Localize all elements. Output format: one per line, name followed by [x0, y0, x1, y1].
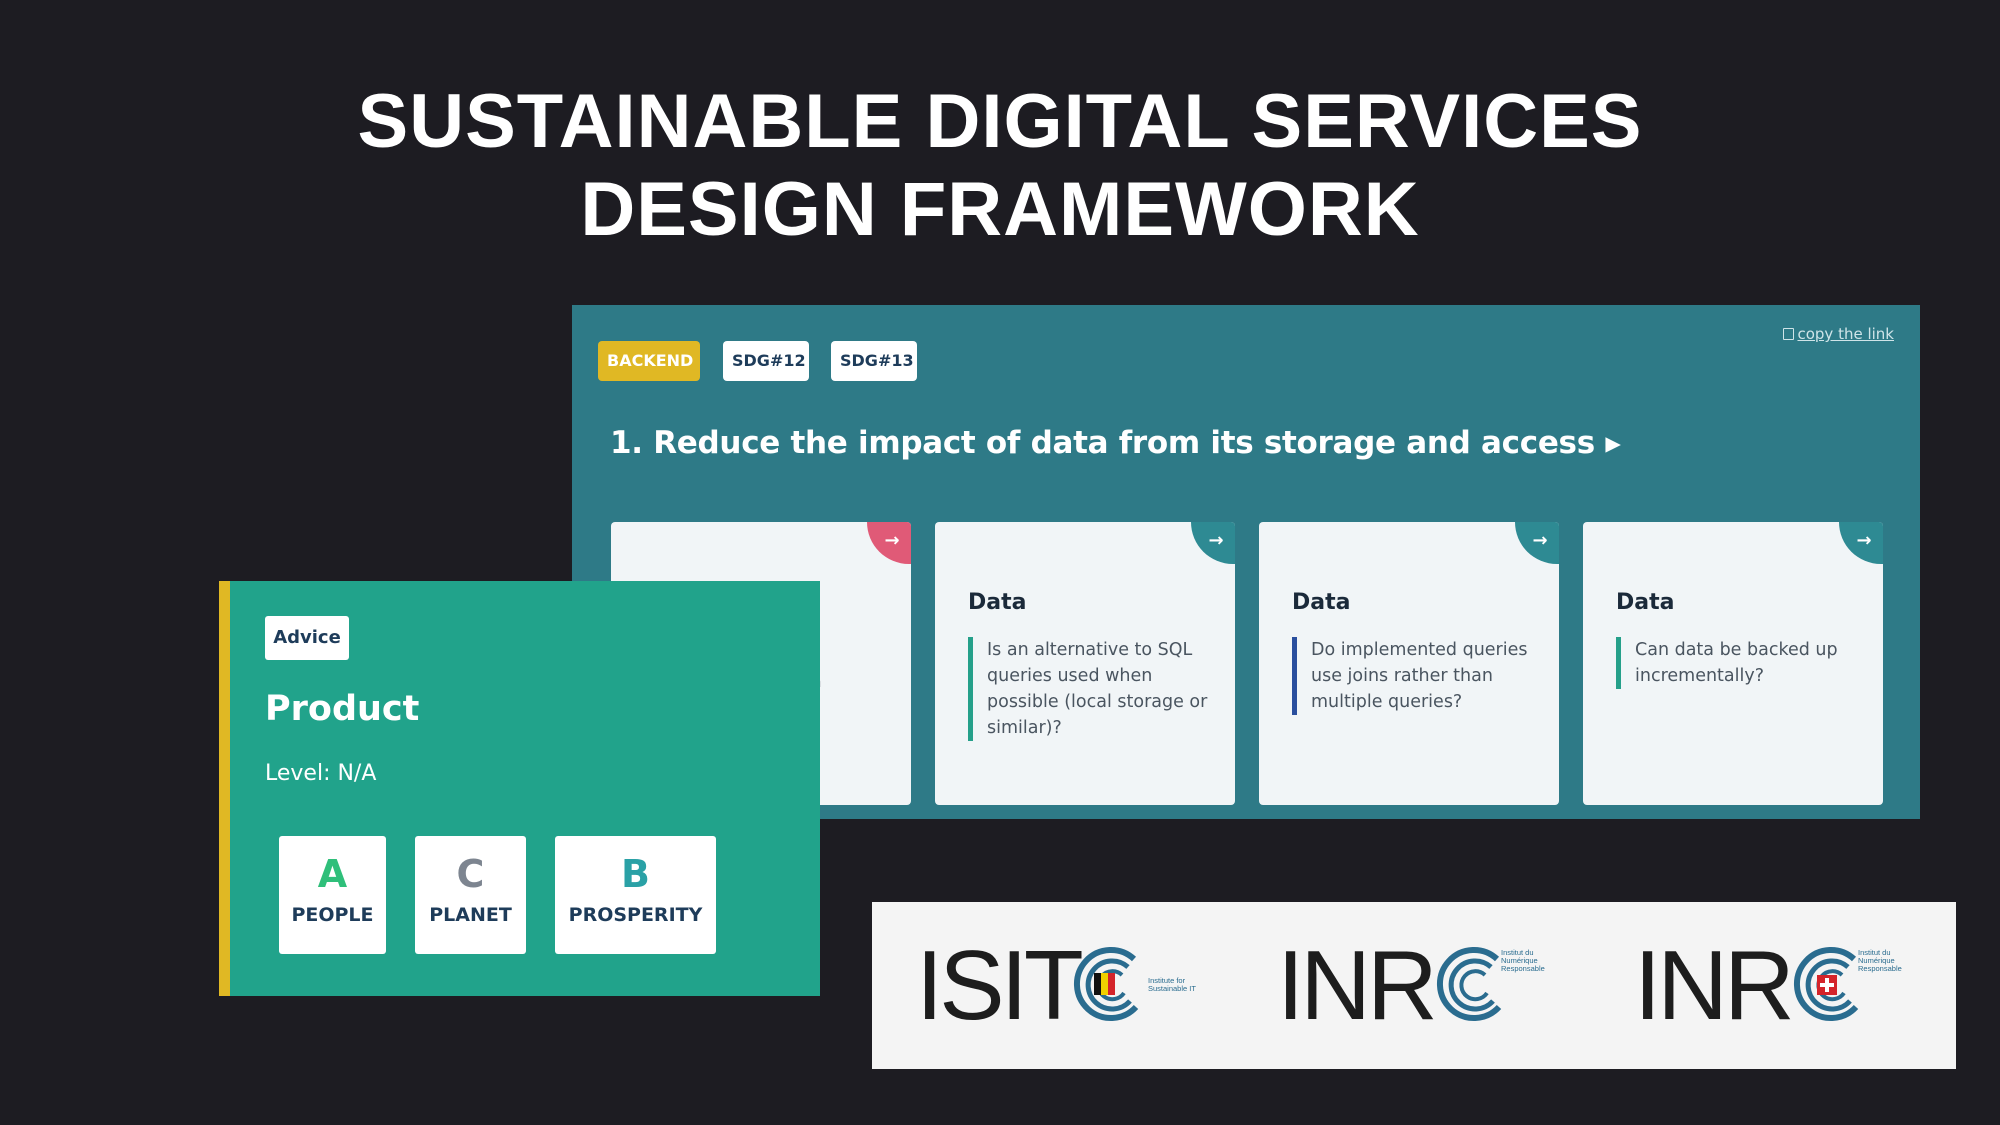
- arrow-right-icon[interactable]: →: [1839, 522, 1883, 564]
- score-planet: C PLANET: [415, 836, 526, 954]
- advice-title: Product: [265, 689, 420, 729]
- tag-backend[interactable]: BACKEND: [598, 341, 700, 381]
- logo-word: ISIT: [916, 930, 1084, 1040]
- score-people: A PEOPLE: [279, 836, 386, 954]
- copy-link-label: copy the link: [1797, 325, 1894, 343]
- score-grade: C: [456, 852, 485, 896]
- card-text: Do implemented queries use joins rather …: [1292, 637, 1535, 715]
- logo-word: INR: [1634, 930, 1795, 1040]
- advice-level: Level: N/A: [265, 761, 377, 786]
- copy-link[interactable]: copy the link: [1783, 325, 1894, 343]
- logo-subtitle: Institute for Sustainable IT: [1148, 976, 1196, 993]
- logo-word: INR: [1277, 930, 1438, 1040]
- isit-swirl-icon: [1073, 947, 1139, 1021]
- question-card[interactable]: → Data Is an alternative to SQL queries …: [935, 522, 1235, 805]
- question-card[interactable]: → Data Do implemented queries use joins …: [1259, 522, 1559, 805]
- criterion-heading[interactable]: 1. Reduce the impact of data from its st…: [610, 425, 1621, 461]
- tag-sdg13[interactable]: SDG#13: [831, 341, 917, 381]
- title-line-2: DESIGN FRAMEWORK: [580, 167, 1420, 252]
- tag-sdg12[interactable]: SDG#12: [723, 341, 809, 381]
- copy-icon: [1783, 328, 1795, 340]
- score-grade: B: [621, 852, 650, 896]
- inr-logo: INR Institut du Numérique Responsable: [1277, 930, 1567, 1040]
- score-label: PLANET: [429, 904, 512, 926]
- advice-card[interactable]: Advice Product Level: N/A A PEOPLE C PLA…: [219, 581, 820, 996]
- score-label: PEOPLE: [291, 904, 374, 926]
- title-line-1: SUSTAINABLE DIGITAL SERVICES: [357, 79, 1643, 164]
- page-title: SUSTAINABLE DIGITAL SERVICES DESIGN FRAM…: [0, 78, 2000, 254]
- question-card[interactable]: → Data Can data be backed up incremental…: [1583, 522, 1883, 805]
- partner-logos: ISIT Institute for Sustainable IT INR In…: [872, 902, 1956, 1069]
- logo-subtitle: Institut du Numérique Responsable: [1501, 948, 1545, 973]
- card-text: Is an alternative to SQL queries used wh…: [968, 637, 1211, 741]
- isit-logo: ISIT Institute for Sustainable IT: [916, 930, 1206, 1040]
- inr-switzerland-logo: INR Institut du Numérique Responsable: [1634, 930, 1924, 1040]
- card-title: Data: [968, 590, 1027, 615]
- advice-badge: Advice: [265, 616, 349, 660]
- card-title: Data: [1616, 590, 1675, 615]
- score-grade: A: [317, 852, 348, 896]
- logo-subtitle: Institut du Numérique Responsable: [1858, 948, 1902, 973]
- arrow-right-icon[interactable]: →: [1191, 522, 1235, 564]
- arrow-right-icon[interactable]: →: [1515, 522, 1559, 564]
- card-title: Data: [1292, 590, 1351, 615]
- score-prosperity: B PROSPERITY: [555, 836, 716, 954]
- arrow-right-icon[interactable]: →: [867, 522, 911, 564]
- score-label: PROSPERITY: [568, 904, 703, 926]
- card-text: Can data be backed up incrementally?: [1616, 637, 1859, 689]
